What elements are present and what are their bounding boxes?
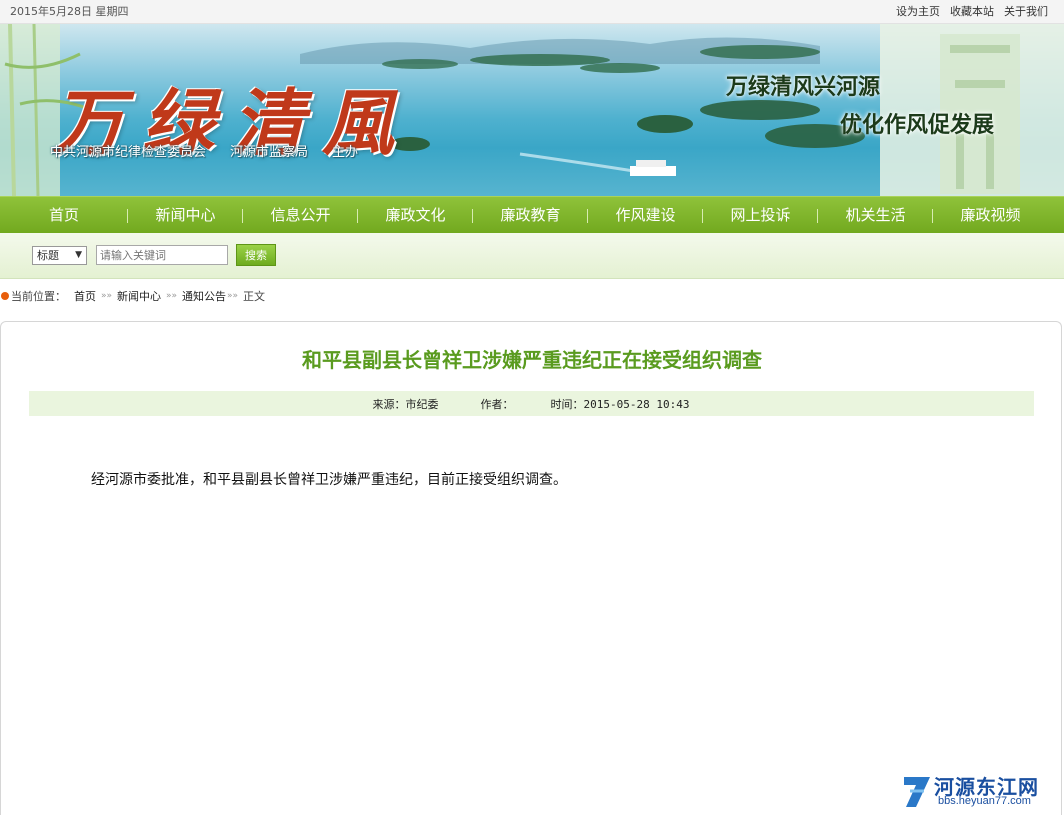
nav-label: 信息公开 xyxy=(270,206,331,224)
bookmark-link[interactable]: 收藏本站 xyxy=(950,3,994,19)
header-banner: 万绿清風 中共河源市纪律检查委员会 河源市监察局 主办 万绿清风兴河源 优化作风… xyxy=(0,24,1064,196)
nav-label: 首页 xyxy=(48,206,79,224)
breadcrumb: 当前位置： 首页 »» 新闻中心 »» 通知公告 »» 正文 xyxy=(0,287,265,305)
article-meta-bar: 来源：市纪委 作者： 时间：2015-05-28 10:43 xyxy=(29,391,1034,416)
article-source: 来源：市纪委 xyxy=(372,397,439,411)
breadcrumb-news[interactable]: 新闻中心 xyxy=(117,288,161,304)
nav-label: 新闻中心 xyxy=(155,206,216,224)
nav-label: 作风建设 xyxy=(615,206,676,224)
about-us-link[interactable]: 关于我们 xyxy=(1004,3,1048,19)
breadcrumb-prefix: 当前位置： xyxy=(11,290,66,303)
watermark-logo-icon xyxy=(904,777,930,807)
nav-item-style[interactable]: 作风建设 xyxy=(588,197,703,234)
breadcrumb-separator-icon: »» xyxy=(227,291,239,301)
article-panel: 和平县副县长曾祥卫涉嫌严重违纪正在接受组织调查 来源：市纪委 作者： 时间：20… xyxy=(0,321,1062,815)
top-utility-bar: 2015年5月28日 星期四 设为主页 收藏本站 关于我们 xyxy=(0,0,1064,24)
nav-item-complaint[interactable]: 网上投诉 xyxy=(703,197,818,234)
sponsor-1: 中共河源市纪律检查委员会 xyxy=(50,145,207,160)
breadcrumb-current: 正文 xyxy=(243,290,266,303)
sponsor-line: 中共河源市纪律检查委员会 河源市监察局 主办 xyxy=(50,141,358,160)
chevron-down-icon: ▼ xyxy=(75,250,82,260)
nav-item-education[interactable]: 廉政教育 xyxy=(473,197,588,234)
sponsor-2: 河源市监察局 xyxy=(230,145,309,160)
breadcrumb-home[interactable]: 首页 xyxy=(74,288,96,304)
watermark: 河源东江网 bbs.heyuan77.com xyxy=(898,771,1058,811)
article-time: 时间：2015-05-28 10:43 xyxy=(550,397,690,411)
set-homepage-link[interactable]: 设为主页 xyxy=(896,3,940,19)
search-input[interactable] xyxy=(96,245,228,265)
article-author: 作者： xyxy=(480,397,514,411)
main-nav: 首页 新闻中心 信息公开 廉政文化 廉政教育 作风建设 网上投诉 机关生活 廉政… xyxy=(0,196,1064,233)
location-bullet-icon xyxy=(1,292,9,300)
nav-label: 廉政视频 xyxy=(960,206,1021,224)
current-date: 2015年5月28日 星期四 xyxy=(10,5,129,18)
breadcrumb-separator-icon: »» xyxy=(166,291,178,301)
watermark-url: bbs.heyuan77.com xyxy=(938,795,1031,807)
nav-label: 网上投诉 xyxy=(730,206,791,224)
nav-item-info[interactable]: 信息公开 xyxy=(243,197,358,234)
breadcrumb-separator-icon: »» xyxy=(101,291,113,301)
slogan-line-2: 优化作风促发展 xyxy=(840,112,995,138)
breadcrumb-notices[interactable]: 通知公告 xyxy=(182,288,226,304)
nav-item-culture[interactable]: 廉政文化 xyxy=(358,197,473,234)
article-title: 和平县副县长曾祥卫涉嫌严重违纪正在接受组织调查 xyxy=(302,348,762,372)
nav-item-news[interactable]: 新闻中心 xyxy=(128,197,243,234)
nav-label: 廉政文化 xyxy=(385,206,446,224)
nav-item-office-life[interactable]: 机关生活 xyxy=(818,197,933,234)
sponsor-role: 主办 xyxy=(332,145,359,160)
search-field-value: 标题 xyxy=(37,249,59,262)
utility-links: 设为主页 收藏本站 关于我们 xyxy=(896,3,1048,19)
search-field-select[interactable]: 标题 ▼ xyxy=(32,246,87,265)
nav-item-home[interactable]: 首页 xyxy=(0,197,128,234)
article-body: 经河源市委批准，和平县副县长曾祥卫涉嫌严重违纪，目前正接受组织调查。 xyxy=(91,472,567,488)
search-bar: 标题 ▼ 搜索 xyxy=(0,233,1064,279)
nav-item-video[interactable]: 廉政视频 xyxy=(933,197,1048,234)
nav-label: 机关生活 xyxy=(845,206,906,224)
slogan-line-1: 万绿清风兴河源 xyxy=(726,74,881,100)
search-button[interactable]: 搜索 xyxy=(236,244,276,266)
nav-label: 廉政教育 xyxy=(500,206,561,224)
